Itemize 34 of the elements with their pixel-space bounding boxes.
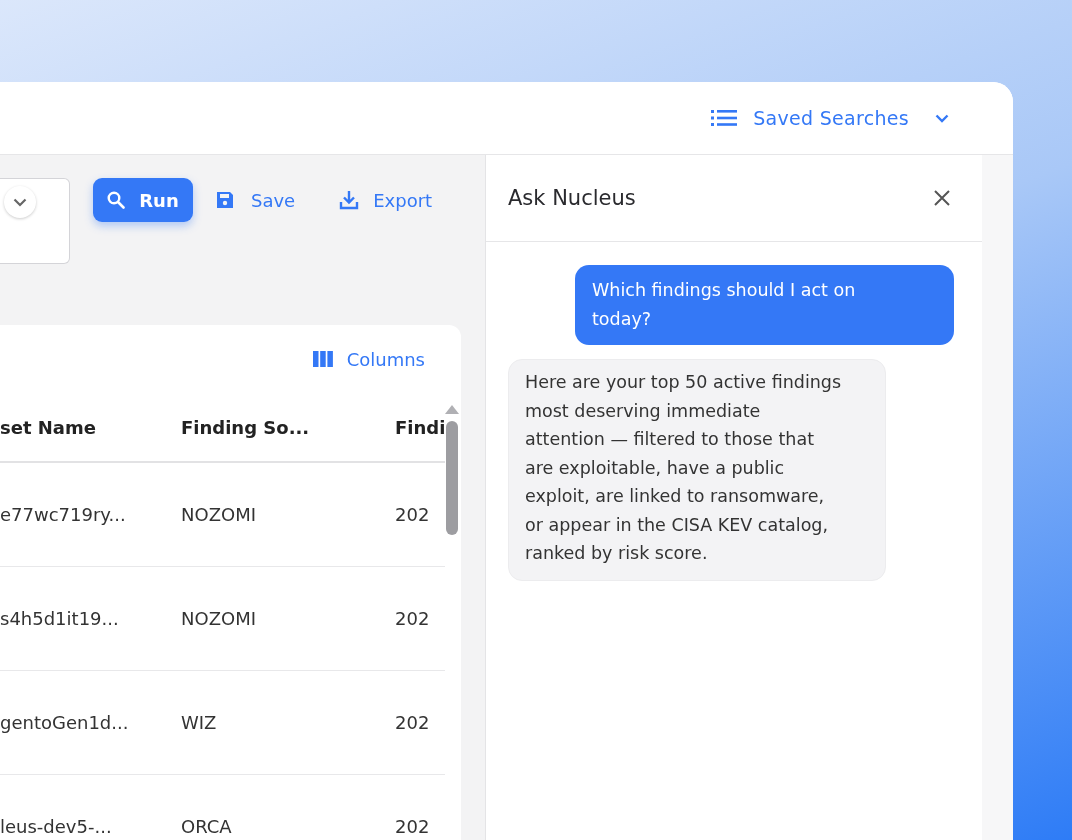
scroll-up-arrow-icon[interactable] <box>445 405 459 414</box>
table-cell-text: gentoGen1d... <box>0 712 130 733</box>
close-icon <box>934 190 950 206</box>
save-button[interactable]: Save <box>215 178 296 222</box>
select-field[interactable] <box>0 178 70 264</box>
table-cell-text: ORCA <box>181 816 233 837</box>
run-button[interactable]: Run <box>93 178 193 222</box>
search-icon <box>107 191 126 209</box>
table-cell-text: e77wc719ry... <box>0 504 127 525</box>
table-cell-text: 202 <box>395 608 431 629</box>
table-cell-text: WIZ <box>181 712 218 733</box>
table-cell-text: leus-dev5-... <box>0 816 113 837</box>
panel-title: Ask Nucleus <box>508 186 636 210</box>
column-header[interactable]: Finding So... <box>181 416 395 438</box>
table-cell-text: NOZOMI <box>181 608 257 629</box>
user-message: Which findings should I act on today? <box>575 265 954 345</box>
column-header[interactable]: Findi <box>395 416 445 438</box>
chevron-down-icon <box>4 186 36 218</box>
table-cell-text: 202 <box>395 816 431 837</box>
table-cell-text: s4h5d1it19... <box>0 608 120 629</box>
chevron-down-icon <box>935 113 949 123</box>
export-button[interactable]: Export <box>339 178 433 222</box>
columns-icon <box>312 351 333 367</box>
download-icon <box>339 190 360 210</box>
table-cell-text: 202 <box>395 712 431 733</box>
list-icon <box>711 109 738 127</box>
assistant-message: Here are your top 50 active findings most deserving immediate attention — filtered to those that are exploitable, have a public exploit, are linked to ransomware, or appear in the CISA KEV catalog, ranked by risk score. <box>508 359 886 581</box>
table-cell-text: NOZOMI <box>181 504 257 525</box>
column-header[interactable]: set Name <box>0 416 181 438</box>
saved-searches-dropdown[interactable]: Saved Searches <box>711 107 949 129</box>
close-button[interactable] <box>934 190 950 206</box>
table-cell-text: 202 <box>395 504 431 525</box>
columns-button[interactable]: Columns <box>312 348 425 370</box>
scrollbar-thumb[interactable] <box>446 421 458 535</box>
